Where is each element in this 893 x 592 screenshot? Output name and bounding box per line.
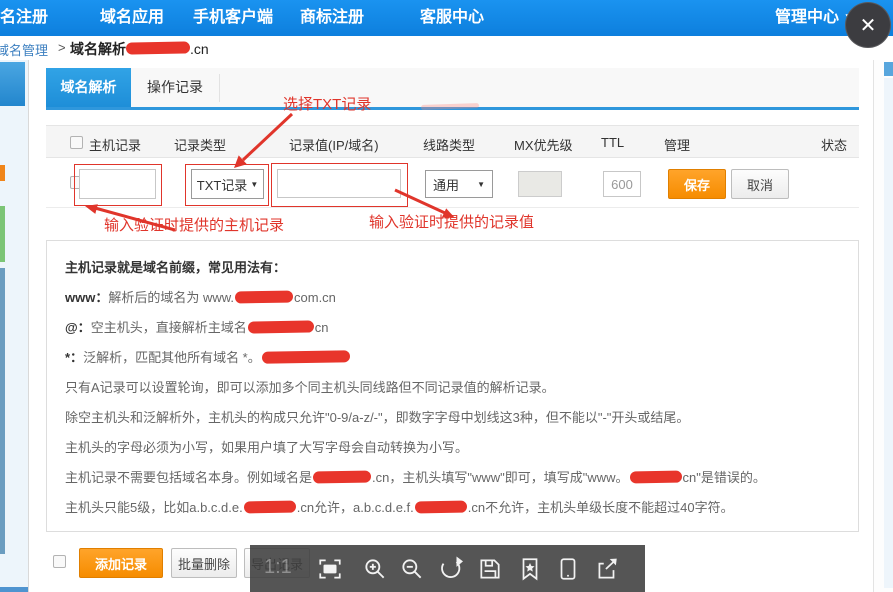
- help-line: www：解析后的域名为 www. com.cn: [65, 283, 858, 313]
- nav-item[interactable]: 域名应用: [100, 3, 164, 27]
- help-text: 解析后的域名为 www.: [108, 290, 234, 305]
- background-page-right-strip: [874, 60, 893, 592]
- zoom-in-icon[interactable]: [362, 556, 388, 582]
- background-fragment: [0, 165, 5, 181]
- zoom-out-icon[interactable]: [399, 556, 425, 582]
- tab-dns-records[interactable]: 域名解析: [46, 68, 131, 107]
- help-text: 主机记录不需要包括域名本身。例如域名是: [65, 470, 312, 485]
- redacted-domain: [248, 320, 314, 333]
- annotation-host-hint: 输入验证时提供的主机记录: [104, 214, 284, 235]
- annotation-arrow-down-left: [226, 110, 296, 172]
- breadcrumb-parent-link[interactable]: 域名管理: [0, 40, 48, 59]
- help-text: .cn允许，a.b.c.d.e.f.: [297, 500, 414, 515]
- help-text: 主机头只能5级，比如a.b.c.d.e.: [65, 500, 243, 515]
- help-text: cn"是错误的。: [683, 470, 766, 485]
- divider: [219, 74, 220, 102]
- column-header: 记录值(IP/域名): [289, 135, 379, 154]
- mx-priority-input: [518, 171, 562, 197]
- nav-item[interactable]: 客服中心: [420, 3, 484, 27]
- background-fragment: [884, 62, 893, 76]
- help-text: 泛解析，匹配其他所有域名 *。: [83, 350, 261, 365]
- ttl-input[interactable]: [603, 171, 641, 197]
- redacted-domain: [235, 290, 293, 303]
- help-line: 主机记录就是域名前缀，常见用法有：: [65, 253, 858, 283]
- nav-item[interactable]: 商标注册: [300, 3, 364, 27]
- help-line: 只有A记录可以设置轮询，即可以添加多个同主机头同线路但不同记录值的解析记录。: [65, 373, 858, 403]
- help-text: *：: [65, 350, 83, 365]
- background-fragment: [0, 268, 5, 554]
- help-text: 主机头的字母必须为小写，如果用户填了大写字母会自动转换为小写。: [65, 440, 468, 455]
- help-text: www：: [65, 290, 108, 305]
- close-icon: ✕: [860, 13, 877, 38]
- help-text: 除空主机头和泛解析外，主机头的构成只允许"0-9/a-z/-"，即数字字母中划线…: [65, 410, 689, 425]
- help-box: 主机记录就是域名前缀，常见用法有： www：解析后的域名为 www. com.cn @…: [46, 240, 859, 532]
- breadcrumb-separator: >: [58, 40, 66, 55]
- bookmark-icon[interactable]: [517, 556, 543, 582]
- help-text: 只有A记录可以设置轮询，即可以添加多个同主机头同线路但不同记录值的解析记录。: [65, 380, 555, 395]
- column-header: MX优先级: [514, 135, 573, 154]
- top-nav: 域名注册 域名应用 手机客户端 商标注册 客服中心 管理中心 ▼: [0, 0, 893, 36]
- redacted-domain: [415, 501, 467, 514]
- help-lines: 主机记录就是域名前缀，常见用法有： www：解析后的域名为 www. com.cn @…: [65, 253, 858, 523]
- breadcrumb-current: 域名解析 .cn: [70, 39, 209, 59]
- page: 域名注册 域名应用 手机客户端 商标注册 客服中心 管理中心 ▼ ✕ 域名管理 > 域名…: [0, 0, 893, 592]
- account-label: 管理中心: [775, 9, 839, 26]
- zoom-ratio-label: 1:1: [264, 556, 292, 579]
- background-page-left-strip: [0, 60, 28, 592]
- batch-delete-button[interactable]: 批量删除: [171, 548, 237, 578]
- save-icon[interactable]: [477, 556, 503, 582]
- tab-operation-log[interactable]: 操作记录: [131, 68, 219, 107]
- column-header: 主机记录: [89, 135, 141, 154]
- column-header: 记录类型: [174, 135, 226, 154]
- tablet-icon[interactable]: [555, 556, 581, 582]
- help-text: .cn，主机头填写"www"即可，填写成"www。: [372, 470, 629, 485]
- close-button[interactable]: ✕: [845, 2, 891, 48]
- cancel-button[interactable]: 取消: [731, 169, 789, 199]
- background-fragment: [884, 78, 893, 588]
- column-header: 管理: [664, 135, 690, 154]
- background-fragment: [0, 62, 25, 106]
- image-viewer-toolbar: 1:1: [250, 545, 645, 592]
- background-fragment: [0, 206, 5, 262]
- save-button[interactable]: 保存: [668, 169, 726, 199]
- help-line: 主机记录不需要包括域名本身。例如域名是 .cn，主机头填写"www"即可，填写成"…: [65, 463, 858, 493]
- breadcrumb: 域名管理 > 域名解析 .cn: [0, 36, 893, 60]
- column-header: TTL: [601, 135, 624, 150]
- redacted-domain: [126, 41, 190, 54]
- dns-settings-panel: 域名解析 操作记录 选择TXT记录 主机记录 记录类型 记录值(IP/域名) 线路类型…: [28, 60, 874, 592]
- help-line: 主机头只能5级，比如a.b.c.d.e. .cn允许，a.b.c.d.e.f. .c…: [65, 493, 858, 523]
- help-text: 空主机头，直接解析主域名: [91, 320, 247, 335]
- help-line: 除空主机头和泛解析外，主机头的构成只允许"0-9/a-z/-"，即数字字母中划线…: [65, 403, 858, 433]
- help-text: 主机记录就是域名前缀，常见用法有：: [65, 260, 286, 275]
- redacted-domain: [244, 501, 296, 514]
- share-icon[interactable]: [594, 556, 620, 582]
- help-line: @：空主机头，直接解析主域名 cn: [65, 313, 858, 343]
- annotation-select-txt: 选择TXT记录: [283, 93, 371, 114]
- nav-item[interactable]: 手机客户端: [193, 3, 273, 27]
- help-text: cn: [315, 320, 329, 335]
- add-record-button[interactable]: 添加记录: [79, 548, 163, 578]
- nav-item[interactable]: 域名注册: [0, 3, 48, 27]
- help-line: *：泛解析，匹配其他所有域名 *。: [65, 343, 858, 373]
- fit-screen-icon[interactable]: [317, 556, 343, 582]
- redacted-domain: [313, 470, 371, 483]
- table-header-row: 主机记录 记录类型 记录值(IP/域名) 线路类型 MX优先级 TTL 管理 状态: [46, 125, 859, 158]
- chevron-down-icon: ▼: [477, 180, 485, 189]
- help-text: @：: [65, 320, 91, 335]
- annotation-value-hint: 输入验证时提供的记录值: [369, 211, 534, 232]
- domain-suffix: .cn: [190, 41, 209, 57]
- column-header: 状态: [821, 135, 847, 154]
- redacted-domain: [262, 350, 350, 364]
- select-all-checkbox[interactable]: [70, 136, 83, 149]
- help-line: 主机头的字母必须为小写，如果用户填了大写字母会自动转换为小写。: [65, 433, 858, 463]
- rotate-icon[interactable]: [437, 556, 463, 582]
- account-menu[interactable]: 管理中心 ▼: [775, 3, 853, 27]
- column-header: 线路类型: [423, 135, 475, 154]
- redacted-domain: [629, 471, 681, 484]
- help-text: com.cn: [294, 290, 336, 305]
- page-title: 域名解析: [70, 41, 126, 57]
- help-text: .cn不允许，主机头单级长度不能超过40字符。: [468, 500, 734, 515]
- footer-select-all-checkbox[interactable]: [53, 555, 66, 568]
